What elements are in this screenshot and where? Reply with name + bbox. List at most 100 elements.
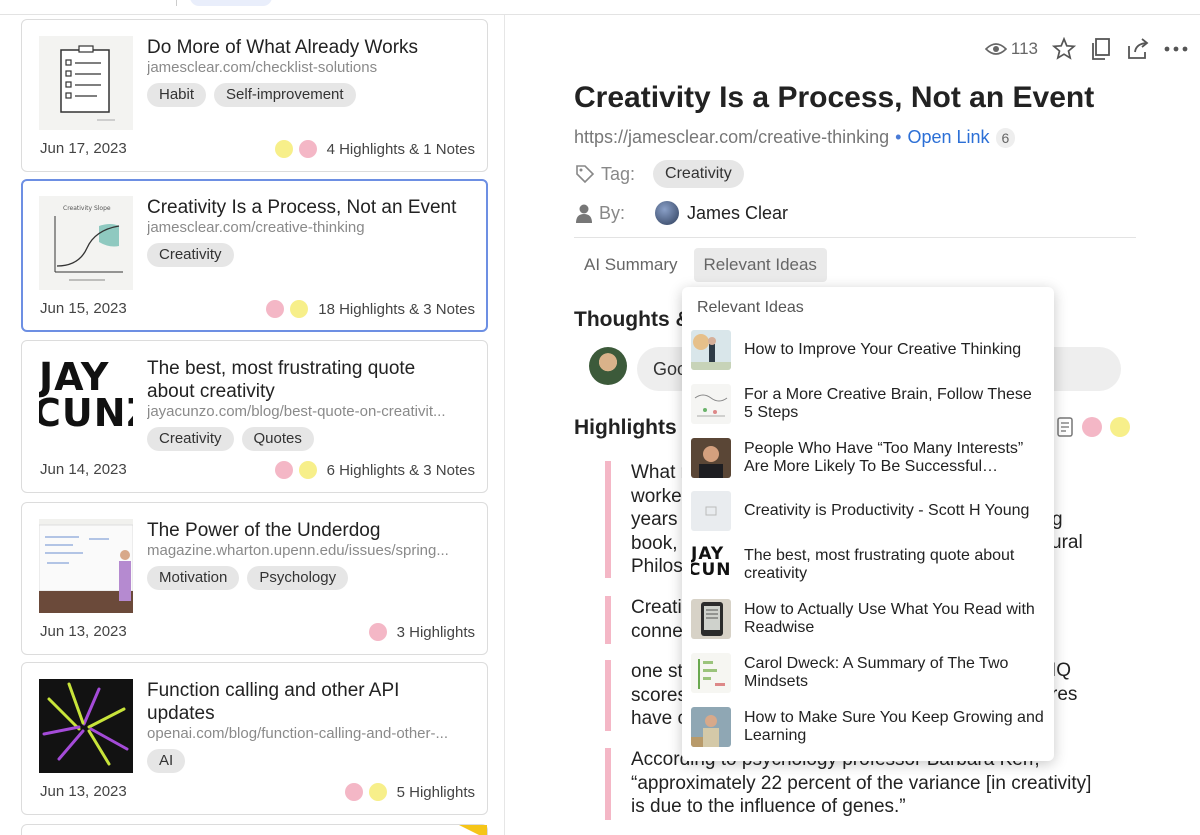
relevant-idea-item[interactable]: People Who Have “Too Many Interests” Are… [691, 436, 1046, 480]
pink-filter-dot[interactable] [1082, 417, 1102, 437]
share-icon[interactable] [1126, 38, 1150, 60]
article-card[interactable]: JAY CUNZ The best, most frustrating quot… [21, 340, 488, 493]
tag-pill[interactable]: Self-improvement [214, 83, 356, 107]
author-row: By: James Clear [575, 201, 788, 225]
relevant-idea-item[interactable]: How to Improve Your Creative Thinking [691, 328, 1046, 372]
checklist-sketch-icon [39, 36, 133, 130]
yellow-highlight-dot [298, 461, 317, 479]
relevant-idea-item[interactable]: Creativity is Productivity - Scott H You… [691, 489, 1046, 533]
relevant-idea-item[interactable]: How to Make Sure You Keep Growing and Le… [691, 705, 1046, 749]
relevant-idea-item[interactable]: Carol Dweck: A Summary of The Two Mindse… [691, 651, 1046, 695]
article-title: Do More of What Already Works [147, 37, 419, 58]
source-link-row: https://jamesclear.com/creative-thinking… [574, 127, 1016, 148]
tag-pill[interactable]: Creativity [653, 160, 744, 188]
tag-pill[interactable]: Psychology [247, 566, 349, 590]
pink-highlight-dot [368, 623, 387, 641]
whiteboard-speaker-icon [39, 519, 133, 613]
relevant-idea-title: The best, most frustrating quote about c… [744, 547, 1015, 582]
ereader-icon [691, 599, 731, 639]
highlight-count: 3 Highlights [396, 623, 475, 641]
portrait-photo-icon [691, 438, 731, 478]
author-name[interactable]: James Clear [687, 203, 788, 224]
doodle-diagram-icon [691, 384, 731, 424]
relevant-idea-item[interactable]: For a More Creative Brain, Follow These … [691, 382, 1046, 426]
open-link[interactable]: Open Link [907, 127, 989, 148]
relevant-idea-item[interactable]: How to Actually Use What You Read with R… [691, 597, 1046, 641]
relevant-idea-title: People Who Have “Too Many Interests” Are… [744, 440, 1024, 475]
yellow-filter-dot[interactable] [1110, 417, 1130, 437]
curve-graph-icon: Creativity Slope [39, 196, 133, 290]
article-tags: Motivation Psychology [147, 566, 467, 590]
person-icon [576, 204, 592, 223]
highlight-count: 6 Highlights & 3 Notes [326, 461, 475, 479]
article-url: openai.com/blog/function-calling-and-oth… [147, 725, 449, 742]
article-tags: Creativity [147, 243, 467, 267]
tab-relevant-ideas[interactable]: Relevant Ideas [693, 248, 827, 282]
highlight-summary: 3 Highlights [368, 623, 475, 641]
yellow-highlight-dot [368, 783, 387, 801]
highlight-summary: 5 Highlights [344, 783, 475, 801]
bookmark-corner-icon [459, 825, 487, 835]
tag-pill[interactable]: Motivation [147, 566, 240, 590]
relevant-ideas-dropdown: Relevant Ideas How to Improve Your Creat… [682, 287, 1054, 761]
highlight-summary: 6 Highlights & 3 Notes [274, 461, 475, 479]
article-card-partial[interactable] [21, 824, 488, 835]
jay-cunzo-logo-icon: JAY CUNZ [39, 357, 133, 451]
star-icon[interactable] [1052, 37, 1076, 61]
illustration-figure-icon [691, 330, 731, 370]
highlight-summary: 18 Highlights & 3 Notes [266, 300, 475, 318]
mindset-chart-icon [691, 653, 731, 693]
highlight-count: 4 Highlights & 1 Notes [326, 140, 475, 158]
article-card[interactable]: Function calling and other API updates o… [21, 662, 488, 815]
article-date: Jun 13, 2023 [40, 623, 127, 640]
yellow-highlight-dot [290, 300, 309, 318]
copy-icon[interactable] [1090, 37, 1112, 61]
tag-pill[interactable]: Habit [147, 83, 207, 107]
top-divider [176, 0, 177, 6]
tag-pill[interactable]: AI [147, 749, 186, 773]
tag-row: Tag: Creativity [575, 160, 744, 188]
relevant-idea-title: Carol Dweck: A Summary of The Two Mindse… [744, 655, 1009, 690]
pink-highlight-dot [274, 461, 293, 479]
quote-fragment: IQ [1051, 660, 1072, 681]
tag-icon [576, 165, 595, 184]
article-card[interactable]: Do More of What Already Works jamesclear… [21, 19, 488, 172]
tab-ai-summary[interactable]: AI Summary [574, 248, 688, 282]
article-title: Function calling and other API updates [147, 680, 400, 724]
tag-pill[interactable]: Quotes [241, 427, 314, 451]
top-bar [0, 0, 1200, 15]
article-date: Jun 13, 2023 [40, 783, 127, 800]
author-avatar [655, 201, 680, 225]
detail-actions: 113 [984, 37, 1188, 61]
article-card[interactable]: The Power of the Underdog magazine.whart… [21, 502, 488, 655]
article-tags: Creativity Quotes [147, 427, 467, 451]
separator-dot: • [895, 127, 902, 147]
article-tags: AI [147, 749, 467, 773]
relevant-idea-title: How to Improve Your Creative Thinking [744, 341, 1022, 358]
link-count-badge: 6 [995, 127, 1016, 148]
relevant-idea-title: How to Actually Use What You Read with R… [744, 601, 1035, 636]
pink-highlight-dot [266, 300, 285, 318]
article-url: jamesclear.com/checklist-solutions [147, 59, 378, 76]
article-tags: Habit Self-improvement [147, 83, 467, 107]
avatar [589, 347, 627, 385]
article-card-selected[interactable]: Creativity Slope Creativity Is a Process… [21, 179, 488, 332]
article-title: The best, most frustrating quote about c… [147, 358, 416, 402]
note-icon[interactable] [1056, 417, 1074, 437]
tag-pill[interactable]: Creativity [147, 427, 234, 451]
neon-lines-icon [39, 679, 133, 773]
more-options-icon[interactable] [1164, 46, 1188, 52]
tag-label: Tag: [601, 163, 636, 184]
relevant-idea-item[interactable]: JAY CUNZ The best, most frustrating quot… [691, 543, 1046, 587]
top-tab-pill[interactable] [190, 0, 272, 6]
article-list: Do More of What Already Works jamesclear… [0, 15, 505, 835]
article-date: Jun 15, 2023 [40, 300, 127, 317]
page-title: Creativity Is a Process, Not an Event [574, 81, 1095, 114]
highlight-count: 18 Highlights & 3 Notes [318, 300, 475, 318]
image-placeholder-icon [691, 491, 731, 531]
tag-pill[interactable]: Creativity [147, 243, 234, 267]
highlights-section-title: Highlights & [574, 416, 698, 439]
source-url: https://jamesclear.com/creative-thinking [574, 127, 890, 147]
svg-text:Creativity Slope: Creativity Slope [63, 205, 111, 212]
article-url: jamesclear.com/creative-thinking [147, 219, 365, 236]
